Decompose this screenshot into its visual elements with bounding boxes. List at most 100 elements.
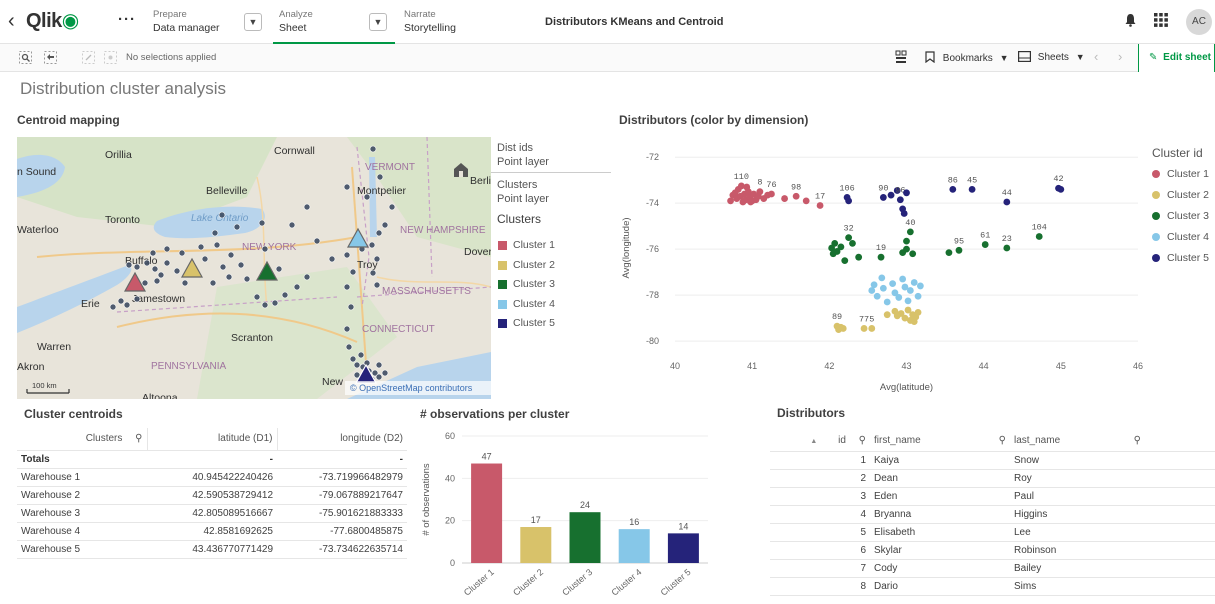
scatter-point-cluster-1[interactable] [743, 183, 751, 191]
distributor-map-point[interactable] [369, 269, 377, 277]
bar-cluster-4[interactable] [618, 529, 650, 563]
scatter-point-cluster-5[interactable] [968, 185, 976, 193]
distributor-map-point[interactable] [201, 255, 209, 263]
distributor-map-point[interactable] [347, 303, 355, 311]
distributor-map-point[interactable] [369, 145, 377, 153]
scatter-point-cluster-1[interactable] [816, 202, 824, 209]
column-header-latitude[interactable]: latitude (D1) [146, 428, 277, 451]
column-header-id[interactable]: ▲ id ⚲ [770, 431, 870, 452]
nav-prepare[interactable]: Prepare Data manager ▼ [143, 0, 273, 44]
scatter-point-cluster-3[interactable] [955, 246, 963, 254]
scatter-point-cluster-3[interactable] [909, 250, 917, 258]
insight-icon[interactable] [895, 50, 907, 67]
distributor-map-point[interactable] [125, 261, 133, 269]
distributor-map-point[interactable] [281, 291, 289, 299]
distributor-map-point[interactable] [357, 351, 365, 359]
scatter-point-cluster-2[interactable] [839, 325, 847, 332]
scatter-point-cluster-5[interactable] [900, 210, 908, 217]
distributor-map-point[interactable] [375, 361, 383, 369]
bar-cluster-1[interactable] [471, 463, 503, 563]
scatter-point-cluster-3[interactable] [855, 253, 863, 261]
distributor-map-point[interactable] [151, 265, 159, 273]
distributor-map-point[interactable] [109, 303, 117, 311]
legend-item-cluster-5[interactable]: Cluster 5 [513, 317, 555, 329]
table-cell[interactable]: 2 [770, 469, 870, 488]
table-row[interactable]: Warehouse 2 42.590538729412 -79.0678892176… [17, 486, 407, 505]
table-cell[interactable]: 5 [770, 523, 870, 542]
table-row[interactable]: Warehouse 4 42.8581692625 -77.6800485875 [17, 522, 407, 541]
distributor-map-point[interactable] [381, 369, 389, 377]
scatter-point-cluster-3[interactable] [845, 234, 853, 242]
distributor-map-point[interactable] [233, 223, 241, 231]
distributor-map-point[interactable] [261, 245, 269, 253]
avatar[interactable]: AC [1186, 9, 1212, 35]
chevron-down-icon[interactable]: ▼ [244, 13, 262, 31]
scatter-point-cluster-3[interactable] [903, 237, 910, 245]
chevron-down-icon[interactable]: ▼ [369, 13, 387, 31]
scatter-point-cluster-2[interactable] [860, 325, 868, 332]
distributor-map-point[interactable] [213, 241, 221, 249]
table-cell[interactable]: Warehouse 2 [17, 486, 147, 505]
qlik-logo[interactable]: Qlik◉ [26, 8, 79, 33]
bar-cluster-2[interactable] [520, 527, 552, 563]
distributor-map-point[interactable] [123, 301, 131, 309]
distributor-map-point[interactable] [258, 219, 266, 227]
table-cell[interactable]: Cody [870, 559, 1010, 578]
distributor-map-point[interactable] [349, 355, 357, 363]
table-cell[interactable]: -75.901621883333 [277, 504, 407, 523]
bookmarks-button[interactable]: Bookmarks ▼ [925, 51, 1009, 64]
distributor-map-point[interactable] [345, 343, 353, 351]
distributor-map-point[interactable] [178, 249, 186, 257]
distributor-map-point[interactable] [343, 183, 351, 191]
table-cell[interactable]: 7 [770, 559, 870, 578]
distributor-map-point[interactable] [211, 229, 219, 237]
distributor-map-point[interactable] [253, 293, 261, 301]
legend-item-cluster-3[interactable]: Cluster 3 [513, 278, 555, 290]
table-cell[interactable]: 1 [770, 451, 870, 470]
distributor-map-point[interactable] [133, 295, 141, 303]
distributor-map-point[interactable] [343, 325, 351, 333]
scatter-point-cluster-5[interactable] [896, 196, 904, 204]
clear-all-icon[interactable] [104, 51, 118, 65]
scatter-point-cluster-5[interactable] [1057, 185, 1065, 193]
distributor-map-point[interactable] [376, 173, 384, 181]
scatter-point-cluster-5[interactable] [845, 197, 853, 205]
table-row[interactable]: 5 Elisabeth Lee [770, 523, 1215, 542]
table-cell[interactable]: 43.436770771429 [147, 540, 277, 559]
table-cell[interactable]: Warehouse 5 [17, 540, 147, 559]
table-row[interactable]: Warehouse 5 43.436770771429 -73.7346226357… [17, 540, 407, 559]
table-cell[interactable]: Bryanna [870, 505, 1010, 524]
distributor-map-point[interactable] [157, 271, 165, 279]
distributor-map-point[interactable] [173, 267, 181, 275]
distributor-map-point[interactable] [328, 255, 336, 263]
scatter-point-cluster-4[interactable] [910, 279, 918, 286]
bell-icon[interactable] [1124, 13, 1137, 30]
scatter-point-cluster-3[interactable] [841, 257, 849, 265]
scatter-point-cluster-3[interactable] [903, 245, 910, 253]
scatter-point-cluster-1[interactable] [747, 198, 755, 206]
table-cell[interactable]: Snow [1010, 451, 1145, 470]
table-row[interactable]: 2 Dean Roy [770, 469, 1215, 488]
centroid-map[interactable]: Cornwall Orillia n Sound VERMONT Berli Bellev… [17, 137, 491, 399]
table-cell[interactable]: 4 [770, 505, 870, 524]
table-row[interactable]: Warehouse 1 40.945422240426 -73.7199664829… [17, 468, 407, 487]
search-icon[interactable]: ⚲ [135, 433, 142, 444]
distributor-map-point[interactable] [388, 203, 396, 211]
selections-tool-icon[interactable] [44, 51, 58, 65]
distributor-map-point[interactable] [381, 221, 389, 229]
search-icon[interactable]: ⚲ [999, 435, 1006, 446]
distributor-map-point[interactable] [141, 279, 149, 287]
scatter-point-cluster-4[interactable] [883, 298, 891, 306]
table-cell[interactable]: 6 [770, 541, 870, 560]
column-header-longitude[interactable]: longitude (D2) [276, 428, 407, 451]
distributor-map-point[interactable] [197, 243, 205, 251]
legend-item-cluster-2[interactable]: Cluster 2 [513, 259, 555, 271]
search-icon[interactable]: ⚲ [859, 435, 866, 446]
distributor-map-point[interactable] [368, 241, 376, 249]
scatter-point-cluster-4[interactable] [906, 287, 914, 294]
scatter-point-cluster-1[interactable] [781, 195, 788, 202]
distributor-map-point[interactable] [343, 283, 351, 291]
distributor-map-point[interactable] [363, 193, 371, 201]
distributor-map-point[interactable] [225, 273, 233, 281]
table-cell[interactable]: 42.805089516667 [147, 504, 277, 523]
